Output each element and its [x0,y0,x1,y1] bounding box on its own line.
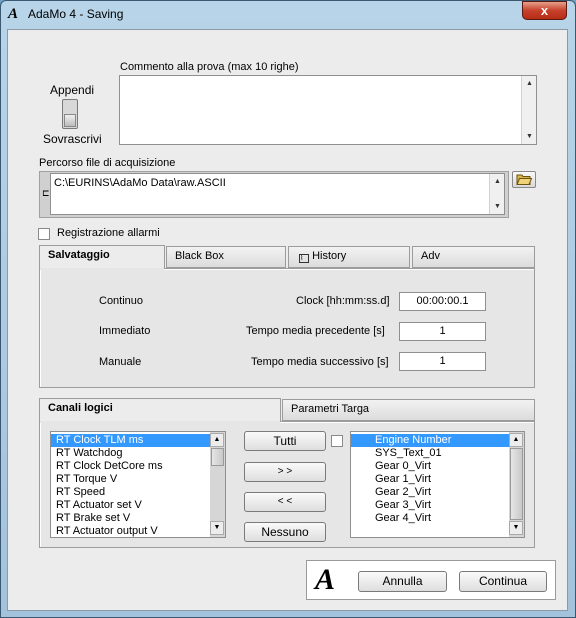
clock-input[interactable]: 00:00:00.1 [399,292,486,311]
list-item[interactable]: RT Torque V [51,473,210,486]
scroll-up-icon[interactable]: ▲ [523,77,536,90]
next-average-label: Tempo media successivo [s] [251,356,389,368]
list-scrollbar[interactable]: ▲ ▼ [509,432,524,537]
list-item[interactable]: Gear 4_Virt [351,512,509,525]
clock-label: Clock [hh:mm:ss.d] [296,295,390,307]
list-item[interactable]: RT Actuator output V [51,525,210,537]
list-item[interactable]: RT Speed [51,486,210,499]
comment-textarea[interactable]: ▲ ▼ [119,75,537,145]
manuale-label: Manuale [99,356,142,368]
tab-history[interactable]: ⌇ History [288,246,410,268]
list-item[interactable]: Engine Number [351,434,509,447]
tab-history-label: History [312,250,347,262]
prev-average-label: Tempo media precedente [s] [246,325,385,337]
channel-checkbox[interactable] [331,435,343,447]
list-item[interactable]: Gear 2_Virt [351,486,509,499]
path-label: Percorso file di acquisizione [39,157,176,169]
scroll-down-icon[interactable]: ▼ [509,521,523,535]
scroll-down-icon[interactable]: ▼ [210,521,224,535]
list-item[interactable]: RT Brake set V [51,512,210,525]
continue-button[interactable]: Continua [459,571,547,592]
scroll-up-icon[interactable]: ▲ [491,175,504,188]
list-item[interactable]: SYS_Text_01 [351,447,509,460]
prev-average-input[interactable]: 1 [399,322,486,341]
remove-channel-button[interactable]: < < [244,492,326,512]
alarms-label: Registrazione allarmi [57,227,160,239]
toggle-thumb [64,114,76,127]
list-item[interactable]: Gear 0_Virt [351,460,509,473]
adamo-logo: A [315,563,336,596]
scroll-thumb[interactable] [211,448,224,466]
scroll-up-icon[interactable]: ▲ [210,433,224,447]
next-average-input[interactable]: 1 [399,352,486,371]
append-overwrite-toggle[interactable] [62,99,78,129]
list-item[interactable]: Gear 3_Virt [351,499,509,512]
comment-scrollbar[interactable]: ▲ ▼ [521,76,536,144]
immediato-label: Immediato [99,325,151,337]
active-tab-join [40,268,164,270]
tab-parametri-targa[interactable]: Parametri Targa [282,399,535,421]
overwrite-label: Sovrascrivi [43,132,102,146]
list-items: Engine Number SYS_Text_01 Gear 0_Virt Gear … [351,434,509,525]
select-none-button[interactable]: Nessuno [244,522,326,542]
list-item[interactable]: RT Watchdog [51,447,210,460]
append-label: Appendi [50,83,95,97]
path-scrollbar[interactable]: ▲ ▼ [489,174,504,214]
logical-channels-list[interactable]: RT Clock TLM ms RT Watchdog RT Clock DetCo… [50,431,226,538]
cancel-button[interactable]: Annulla [358,571,447,592]
app-icon: A [8,6,19,22]
tree-icon: ⊏ [42,188,50,198]
window-title: AdaMo 4 - Saving [28,7,124,21]
scroll-down-icon[interactable]: ▼ [491,200,504,213]
list-item[interactable]: RT Actuator set V [51,499,210,512]
tab-adv[interactable]: Adv [412,246,535,268]
list-item[interactable]: RT Clock TLM ms [51,434,210,447]
active-tab-join-2 [40,421,280,423]
add-channel-button[interactable]: > > [244,462,326,482]
title-bar[interactable]: A AdaMo 4 - Saving x [0,0,574,28]
path-container: ⊏ C:\EURINS\AdaMo Data\raw.ASCII ▲ ▼ [39,171,509,218]
scroll-down-icon[interactable]: ▼ [523,130,536,143]
scroll-up-icon[interactable]: ▲ [509,433,523,447]
select-all-button[interactable]: Tutti [244,431,326,451]
list-items: RT Clock TLM ms RT Watchdog RT Clock DetCo… [51,434,210,537]
folder-open-icon [516,174,533,185]
path-text: C:\EURINS\AdaMo Data\raw.ASCII [54,177,226,189]
list-item[interactable]: Gear 1_Virt [351,473,509,486]
comment-label: Commento alla prova (max 10 righe) [120,61,299,73]
path-field[interactable]: C:\EURINS\AdaMo Data\raw.ASCII ▲ ▼ [50,173,505,215]
continuo-label: Continuo [99,295,144,307]
tab-black-box[interactable]: Black Box [166,246,286,268]
chart-icon: ⌇ [299,254,309,263]
scroll-thumb[interactable] [510,448,523,520]
list-item[interactable]: RT Clock DetCore ms [51,460,210,473]
list-scrollbar[interactable]: ▲ ▼ [210,432,225,537]
selected-channels-list[interactable]: Engine Number SYS_Text_01 Gear 0_Virt Gear … [350,431,525,538]
close-button[interactable]: x [522,1,567,20]
alarms-checkbox[interactable] [38,228,50,240]
browse-folder-button[interactable] [512,171,536,188]
